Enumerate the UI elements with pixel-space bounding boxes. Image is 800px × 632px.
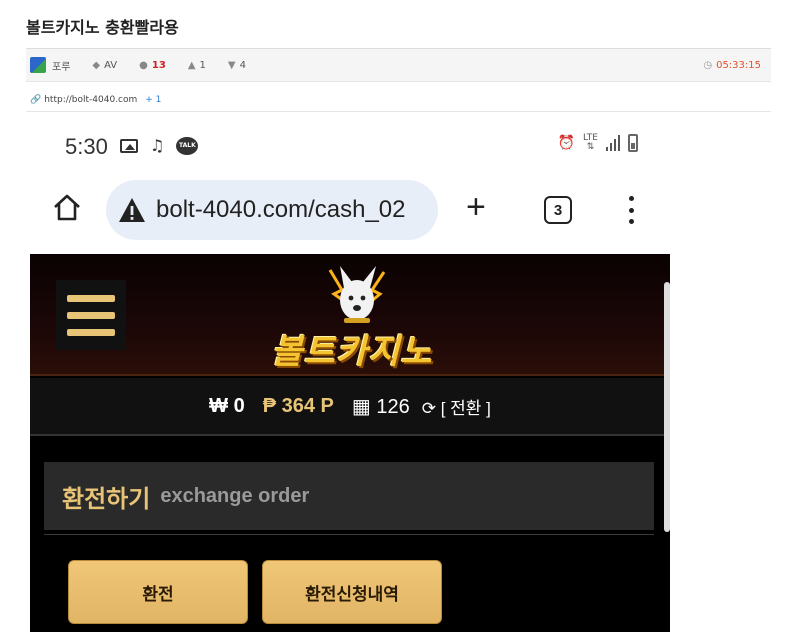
balance-bar: ₩ 0 ₱ 364 P ▦ 126 ⟳ [ 전환 ]	[30, 378, 670, 436]
warning-icon[interactable]	[118, 197, 146, 223]
dog-mascot-icon	[328, 266, 386, 323]
dislike-count-value: 4	[239, 59, 246, 71]
logo-text: 볼트카지노	[271, 332, 433, 372]
phone-screenshot: 5:30 ♫ TALK ⏰ LTE ⇅ bolt-4040.com/cash_02	[20, 116, 670, 632]
post-title: 볼트카지노 충환빨라용	[26, 18, 179, 37]
won-icon: ₩	[209, 394, 228, 417]
post-meta-bar: 포루 ◆ AV ● 13 ▲ 1 ▼ 4 ◷ 05:33:15	[26, 48, 771, 82]
post-time: ◷ 05:33:15	[703, 60, 761, 71]
refresh-icon: ⟳	[421, 398, 436, 418]
author[interactable]: 포루	[30, 57, 70, 73]
tag-icon: ◆	[92, 59, 101, 71]
comment-count-value: 13	[151, 59, 166, 71]
music-note-icon: ♫	[150, 136, 165, 155]
section-title: 환전하기	[62, 484, 151, 513]
post-link[interactable]: http://bolt-4040.com	[44, 95, 137, 105]
hamburger-menu-icon[interactable]	[56, 280, 126, 350]
ticket-icon: ▦	[351, 395, 371, 418]
like-count: ▲ 1	[188, 60, 206, 71]
thumbs-down-icon: ▼	[227, 59, 236, 71]
url-text[interactable]: bolt-4040.com/cash_02	[156, 196, 406, 224]
address-bar[interactable]: bolt-4040.com/cash_02	[106, 180, 438, 240]
status-time: 5:30	[65, 134, 108, 159]
status-bar: 5:30 ♫ TALK ⏰ LTE ⇅	[20, 116, 670, 178]
cash-balance: ₩ 0	[209, 394, 245, 417]
new-tab-plus-icon[interactable]: +	[466, 190, 486, 224]
lte-icon: LTE ⇅	[583, 133, 598, 152]
tab-switcher-button[interactable]: 3	[544, 196, 572, 224]
browser-toolbar: bolt-4040.com/cash_02 + 3	[20, 178, 670, 242]
section-subtitle: exchange order	[160, 484, 310, 507]
site-logo[interactable]: 볼트카지노	[242, 254, 462, 376]
category: ◆ AV	[92, 60, 117, 71]
notification-icons: ♫ TALK	[120, 136, 199, 155]
author-name[interactable]: 포루	[52, 58, 70, 73]
category-label: AV	[104, 59, 118, 71]
ticket-balance: ▦ 126	[351, 395, 410, 418]
page-scrollbar[interactable]	[664, 282, 670, 532]
thumbs-up-icon: ▲	[187, 59, 196, 71]
post-time-value: 05:33:15	[716, 59, 761, 71]
like-count-value: 1	[199, 59, 206, 71]
comment-count: ● 13	[139, 60, 166, 71]
link-click-count: + 1	[145, 94, 162, 105]
overflow-menu-icon[interactable]	[628, 196, 634, 224]
home-icon[interactable]	[52, 192, 82, 222]
dislike-count: ▼ 4	[228, 60, 246, 71]
section-divider	[44, 534, 654, 535]
author-avatar-icon	[30, 57, 46, 73]
point-balance: ₱ 364 P	[262, 394, 334, 417]
signal-icon	[606, 135, 620, 151]
exchange-section-header: 환전하기 exchange order	[44, 462, 654, 530]
point-icon: ₱	[262, 394, 277, 417]
link-icon: 🔗	[30, 94, 42, 105]
exchange-history-button[interactable]: 환전신청내역	[262, 560, 442, 624]
system-icons: ⏰ LTE ⇅	[558, 134, 638, 152]
comment-icon: ●	[139, 59, 148, 71]
site-header: 볼트카지노	[30, 254, 670, 376]
kakaotalk-icon: TALK	[176, 136, 199, 155]
clock-icon: ◷	[703, 59, 713, 71]
battery-icon	[628, 134, 638, 152]
alarm-icon: ⏰	[557, 135, 576, 151]
convert-button[interactable]: ⟳ [ 전환 ]	[422, 394, 491, 419]
post-link-row: 🔗 http://bolt-4040.com + 1	[26, 88, 771, 112]
casino-site: 볼트카지노 ₩ 0 ₱ 364 P ▦ 126 ⟳ [ 전환 ] 환전하기 ex…	[30, 254, 670, 632]
gallery-icon	[120, 138, 138, 153]
exchange-button[interactable]: 환전	[68, 560, 248, 624]
